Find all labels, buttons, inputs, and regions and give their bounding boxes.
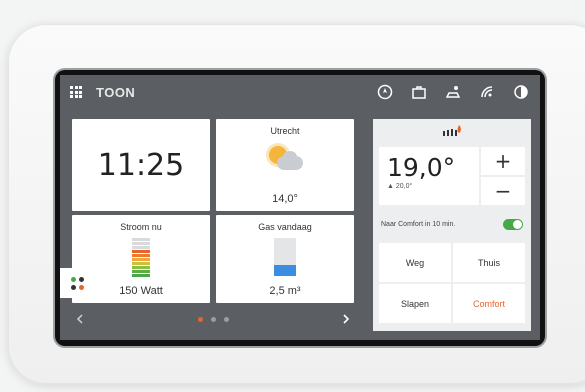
clock-tile[interactable]: 11:25	[72, 119, 210, 211]
program-toggle[interactable]	[503, 218, 523, 230]
mode-buttons: Weg Thuis Slapen Comfort	[379, 243, 525, 323]
mode-weg-button[interactable]: Weg	[379, 243, 451, 282]
page-dots	[197, 316, 229, 322]
power-meter-bar	[132, 262, 150, 265]
page-dot[interactable]	[197, 316, 203, 322]
program-row: Naar Comfort in 10 min.	[379, 213, 525, 235]
chevron-right-icon[interactable]	[338, 311, 354, 327]
power-meter-bar	[132, 274, 150, 277]
page-dot[interactable]	[223, 316, 229, 322]
wifi-icon[interactable]	[478, 83, 496, 101]
gas-gauge	[274, 238, 296, 276]
power-title: Stroom nu	[120, 222, 162, 232]
mode-comfort-button[interactable]: Comfort	[453, 284, 525, 323]
thermostat-panel: 19,0° ▲ 20,0° + − Naar Comfort in 10 min…	[373, 119, 531, 331]
gas-title: Gas vandaag	[258, 222, 312, 232]
chevron-left-icon[interactable]	[72, 311, 88, 327]
mode-thuis-button[interactable]: Thuis	[453, 243, 525, 282]
current-temperature: ▲ 20,0°	[387, 183, 413, 190]
setpoint-temperature: 19,0°	[387, 153, 456, 182]
power-meter-bar	[132, 246, 150, 249]
power-meter-bar	[132, 242, 150, 245]
power-meter	[132, 238, 150, 277]
contrast-icon[interactable]	[512, 83, 530, 101]
power-meter-bar	[132, 266, 150, 269]
tile-pager	[72, 307, 354, 331]
gas-tile[interactable]: Gas vandaag 2,5 m³	[216, 215, 354, 303]
power-meter-bar	[132, 254, 150, 257]
power-value: 150 Watt	[119, 285, 163, 297]
weather-temperature: 14,0°	[272, 193, 298, 205]
setpoint-display: 19,0° ▲ 20,0°	[379, 147, 479, 205]
mode-slapen-button[interactable]: Slapen	[379, 284, 451, 323]
brand-logo: TOON	[96, 84, 136, 100]
toolbox-icon[interactable]	[410, 83, 428, 101]
top-bar: TOON	[60, 75, 540, 109]
increase-temperature-button[interactable]: +	[481, 147, 525, 175]
partly-cloudy-icon	[265, 144, 305, 174]
solar-icon[interactable]	[444, 83, 462, 101]
screen: TOON 11:25 Utrecht 14,0° Stroom nu 150 W…	[60, 75, 540, 340]
weather-city: Utrecht	[270, 126, 300, 136]
apps-dock-button[interactable]	[60, 268, 94, 298]
page-dot[interactable]	[210, 316, 216, 322]
gas-value: 2,5 m³	[269, 285, 301, 297]
decrease-temperature-button[interactable]: −	[481, 177, 525, 205]
boiler-flame-icon	[373, 119, 531, 143]
power-meter-bar	[132, 270, 150, 273]
power-meter-bar	[132, 250, 150, 253]
power-meter-bar	[132, 238, 150, 241]
program-status: Naar Comfort in 10 min.	[381, 220, 456, 228]
power-meter-bar	[132, 258, 150, 261]
compass-icon[interactable]	[376, 83, 394, 101]
grid-icon[interactable]	[70, 86, 82, 98]
weather-tile[interactable]: Utrecht 14,0°	[216, 119, 354, 211]
clock-time: 11:25	[97, 147, 185, 183]
